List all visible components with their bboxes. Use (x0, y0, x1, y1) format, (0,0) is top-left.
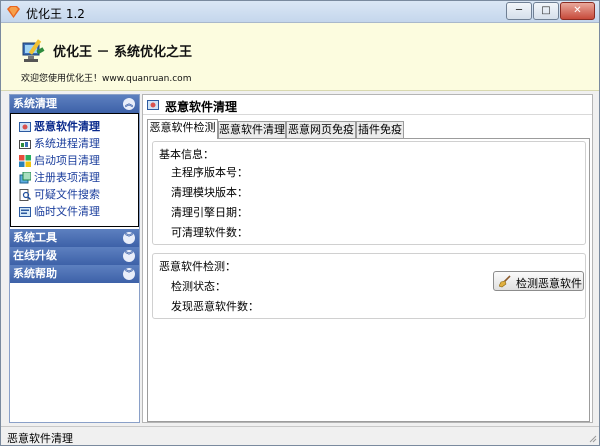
section-label: 在线升级 (13, 249, 57, 262)
sidebar-item-label: 系统进程清理 (34, 137, 100, 150)
sidebar: 系统清理 ︽ 恶意软件清理 系统进程清理 启动项目清理 注册表项清理 可疑文件搜… (9, 94, 140, 423)
section-header-online-update[interactable]: 在线升级 ︾ (10, 247, 139, 265)
section-body-system-cleanup: 恶意软件清理 系统进程清理 启动项目清理 注册表项清理 可疑文件搜索 临时文件清… (10, 113, 139, 227)
module-version-label: 清理模块版本： (171, 186, 248, 199)
sidebar-item-label: 启动项目清理 (34, 154, 100, 167)
sidebar-item-label: 注册表项清理 (34, 171, 100, 184)
tab-plugin-immunity[interactable]: 插件免疫 (356, 121, 404, 138)
section-header-system-tools[interactable]: 系统工具 ︾ (10, 229, 139, 247)
sidebar-item-label: 恶意软件清理 (34, 120, 100, 133)
registry-cleanup-icon (19, 172, 31, 184)
cleanable-count-label: 可清理软件数： (171, 226, 248, 239)
panel-header: 恶意软件清理 (143, 95, 592, 115)
malware-detection-group: 恶意软件检测： 检测状态： 发现恶意软件数： 检测恶意软件 (152, 253, 586, 319)
close-button[interactable]: ✕ (560, 2, 595, 20)
sidebar-item-label: 临时文件清理 (34, 205, 100, 218)
app-diamond-icon (7, 6, 20, 18)
section-header-system-help[interactable]: 系统帮助 ︾ (10, 265, 139, 283)
chevron-up-icon[interactable]: ︽ (123, 98, 135, 110)
file-search-icon (19, 189, 31, 201)
banner-title: 优化王 － 系统优化之王 (53, 45, 193, 60)
status-bar: 恶意软件清理 (1, 426, 599, 445)
group-title: 恶意软件检测： (159, 258, 238, 274)
process-cleanup-icon (19, 140, 31, 149)
section-label: 系统工具 (13, 231, 57, 244)
broom-icon (499, 275, 511, 288)
welcome-text: 欢迎您使用优化王！www.quanruan.com (21, 74, 192, 84)
button-label: 检测恶意软件 (516, 277, 582, 290)
window-title: 优化王 1.2 (26, 7, 85, 21)
section-label: 系统清理 (13, 97, 57, 110)
tab-webpage-immunity[interactable]: 恶意网页免疫 (286, 121, 356, 138)
main-panel: 恶意软件清理 恶意软件检测 恶意软件清理 恶意网页免疫 插件免疫 基本信息： 主… (142, 94, 593, 423)
found-count-label: 发现恶意软件数： (171, 300, 259, 313)
section-label: 系统帮助 (13, 267, 57, 280)
tab-malware-cleanup[interactable]: 恶意软件清理 (218, 121, 286, 138)
temp-file-cleanup-icon (19, 207, 31, 217)
minimize-button[interactable]: ─ (506, 2, 532, 20)
chevron-down-icon[interactable]: ︾ (123, 268, 135, 280)
title-bar[interactable]: 优化王 1.2 ─ □ ✕ (1, 1, 599, 23)
tab-pane-malware-detection: 基本信息： 主程序版本号： 清理模块版本： 清理引擎日期： 可清理软件数： 恶意… (147, 138, 590, 422)
sidebar-item-label: 可疑文件搜索 (34, 188, 100, 201)
resize-grip-icon[interactable] (587, 433, 597, 443)
malware-cleanup-icon (147, 100, 159, 110)
panel-title: 恶意软件清理 (165, 100, 238, 114)
basic-info-group: 基本信息： 主程序版本号： 清理模块版本： 清理引擎日期： 可清理软件数： (152, 141, 586, 245)
chevron-down-icon[interactable]: ︾ (123, 250, 135, 262)
chevron-down-icon[interactable]: ︾ (123, 232, 135, 244)
malware-cleanup-icon (19, 122, 31, 132)
main-version-label: 主程序版本号： (171, 166, 248, 179)
engine-date-label: 清理引擎日期： (171, 206, 248, 219)
section-header-system-cleanup[interactable]: 系统清理 ︽ (10, 95, 139, 113)
computer-tools-logo-icon (22, 39, 45, 62)
startup-cleanup-icon (19, 155, 31, 167)
tab-malware-detection[interactable]: 恶意软件检测 (147, 119, 218, 139)
status-text: 恶意软件清理 (7, 432, 73, 445)
header-banner: 优化王 － 系统优化之王 欢迎您使用优化王！www.quanruan.com (1, 23, 599, 91)
group-title: 基本信息： (159, 146, 216, 162)
maximize-button[interactable]: □ (533, 2, 559, 20)
detection-status-label: 检测状态： (171, 280, 226, 293)
sidebar-empty-area (10, 283, 139, 422)
app-window: 优化王 1.2 ─ □ ✕ 优化王 － 系统优化之王 欢迎您使用优化王！www.… (0, 0, 600, 446)
detect-malware-button[interactable]: 检测恶意软件 (493, 271, 584, 291)
